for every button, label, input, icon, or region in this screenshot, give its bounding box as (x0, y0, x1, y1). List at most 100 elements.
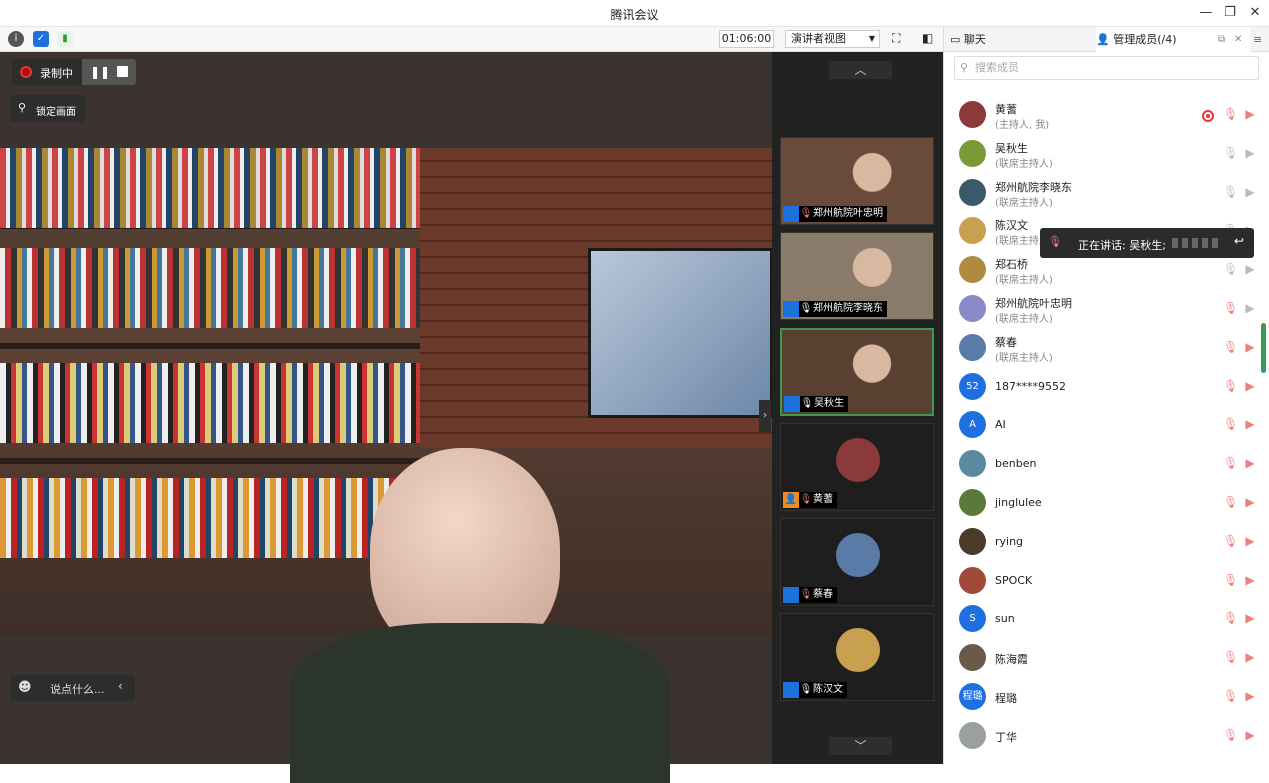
member-name: 郑州航院李晓东 (995, 180, 1072, 194)
camera-off-icon[interactable]: ▶ (1243, 107, 1257, 121)
camera-icon[interactable]: ▶ (1243, 185, 1257, 199)
mic-muted-icon[interactable]: 🎙 (1223, 379, 1238, 393)
expand-strip-icon[interactable]: › (759, 400, 771, 432)
video-thumbnail[interactable]: 👤 🎙吴秋生 (780, 328, 934, 416)
emoji-icon[interactable]: ☻ (18, 680, 32, 695)
member-row[interactable]: 蔡春 (联席主持人) 🎙 ▶ (944, 329, 1269, 367)
member-row[interactable]: benben 🎙 ▶ (944, 445, 1269, 483)
video-thumbnail[interactable]: 👤 🎙蔡春 (780, 518, 934, 606)
search-icon: ⚲ (960, 61, 969, 74)
member-role: (联席主持人) (995, 352, 1053, 364)
camera-off-icon[interactable]: ▶ (1243, 417, 1257, 431)
member-row[interactable]: rying 🎙 ▶ (944, 523, 1269, 561)
camera-off-icon[interactable]: ▶ (1243, 611, 1257, 625)
member-name: 陈汉文 (995, 219, 1028, 233)
user-icon: 👤 (783, 587, 799, 603)
camera-off-icon[interactable]: ▶ (1243, 573, 1257, 587)
video-thumbnail[interactable]: 👤 🎙黄蓍 (780, 423, 934, 511)
thumbnail-label: 👤 🎙吴秋生 (784, 396, 848, 412)
member-row[interactable]: 吴秋生 (联席主持人) 🎙 ▶ (944, 135, 1269, 173)
camera-off-icon[interactable]: ▶ (1243, 379, 1257, 393)
member-row[interactable]: 52 187****9552 🎙 ▶ (944, 368, 1269, 406)
camera-off-icon[interactable]: ▶ (1243, 456, 1257, 470)
member-row[interactable]: 郑州航院叶忠明 (联席主持人) 🎙 ▶ (944, 290, 1269, 328)
mic-icon[interactable]: 🎙 (1223, 146, 1238, 160)
camera-icon[interactable]: ▶ (1243, 146, 1257, 160)
member-role: (联席主持人) (995, 197, 1053, 209)
shield-icon[interactable]: ✓ (33, 31, 49, 47)
camera-off-icon[interactable]: ▶ (1243, 728, 1257, 742)
mic-muted-icon[interactable]: 🎙 (1223, 107, 1238, 121)
scroll-down-icon[interactable]: ﹀ (829, 737, 892, 755)
mic-icon: 🎙 (799, 303, 813, 314)
mic-muted-icon[interactable]: 🎙 (1223, 417, 1238, 431)
mic-muted-icon[interactable]: 🎙 (1223, 534, 1238, 548)
member-row[interactable]: 程璐 程璐 🎙 ▶ (944, 678, 1269, 716)
camera-off-icon[interactable]: ▶ (1243, 340, 1257, 354)
mic-muted-icon[interactable]: 🎙 (1223, 611, 1238, 625)
mic-muted-icon[interactable]: 🎙 (1223, 728, 1238, 742)
info-icon[interactable]: i (8, 31, 24, 47)
signal-icon[interactable]: ▮ (57, 31, 73, 47)
tab-chat[interactable]: ▭ 聊天 (950, 27, 1094, 52)
avatar (959, 721, 986, 749)
user-icon: 👤 (783, 682, 799, 698)
lock-view-button[interactable]: ⚲ 锁定画面 (10, 95, 85, 122)
mic-muted-icon[interactable]: 🎙 (1223, 301, 1238, 315)
tab-members[interactable]: 👤 管理成员(/4) ⧉ ✕ (1096, 27, 1250, 52)
member-row[interactable]: jinglulee 🎙 ▶ (944, 484, 1269, 522)
member-row[interactable]: 黄蓍 (主持人, 我) 🎙 ▶ (944, 96, 1269, 134)
close-tab-icon[interactable]: ✕ (1234, 27, 1242, 52)
member-name: 陈海霞 (995, 653, 1028, 667)
stop-icon[interactable] (117, 66, 128, 77)
member-row[interactable]: SPOCK 🎙 ▶ (944, 562, 1269, 600)
reply-icon[interactable]: ↩ (1234, 234, 1244, 248)
scroll-up-icon[interactable]: ︿ (829, 61, 892, 79)
mic-icon[interactable]: 🎙 (1223, 262, 1238, 276)
camera-icon[interactable]: ▶ (1243, 262, 1257, 276)
books-row (0, 248, 420, 328)
member-icon: 👤 (1096, 33, 1110, 46)
minimize-icon[interactable]: — (1196, 4, 1216, 22)
mic-muted-icon[interactable]: 🎙 (1223, 340, 1238, 354)
member-name: 丁华 (995, 730, 1017, 744)
camera-off-icon[interactable]: ▶ (1243, 689, 1257, 703)
mic-muted-icon: 🎙 (1048, 235, 1062, 248)
mic-muted-icon[interactable]: 🎙 (1223, 573, 1238, 587)
chevron-down-icon: ▼ (868, 34, 875, 43)
member-row[interactable]: 郑州航院李晓东 (联席主持人) 🎙 ▶ (944, 174, 1269, 212)
close-icon[interactable]: ✕ (1245, 4, 1265, 22)
camera-off-icon[interactable]: ▶ (1243, 534, 1257, 548)
recording-icon (1202, 110, 1214, 122)
camera-off-icon[interactable]: ▶ (1243, 650, 1257, 664)
mic-muted-icon[interactable]: 🎙 (1223, 456, 1238, 470)
layout-icon[interactable]: ◧ (922, 31, 933, 45)
speaking-label: 正在讲话: 吴秋生; (1078, 239, 1166, 252)
speaking-wave (1172, 238, 1218, 248)
mic-muted-icon[interactable]: 🎙 (1223, 495, 1238, 509)
menu-icon[interactable]: ≡ (1253, 27, 1269, 52)
chat-input[interactable]: ☻ 说点什么... ‹ (10, 675, 135, 701)
view-mode-select[interactable]: 演讲者视图 ▼ (785, 30, 880, 48)
member-scrollbar[interactable] (1261, 323, 1266, 373)
member-search-input[interactable]: ⚲ 搜索成员 (954, 56, 1259, 80)
member-row[interactable]: Ssun 🎙 ▶ (944, 600, 1269, 638)
mic-icon[interactable]: 🎙 (1223, 185, 1238, 199)
camera-off-icon[interactable]: ▶ (1243, 495, 1257, 509)
fullscreen-icon[interactable]: ⛶ (892, 31, 900, 46)
video-thumbnail[interactable]: 👤 🎙郑州航院李晓东 (780, 232, 934, 320)
camera-icon[interactable]: ▶ (1243, 301, 1257, 315)
video-thumbnail[interactable]: 👤 🎙陈汉文 (780, 613, 934, 701)
member-row[interactable]: A AI 🎙 ▶ (944, 406, 1269, 444)
video-thumbnail[interactable]: 👤 🎙郑州航院叶忠明 (780, 137, 934, 225)
speaking-indicator: 🎙 正在讲话: 吴秋生; ↩ (1040, 228, 1254, 258)
member-row[interactable]: 丁华 🎙 ▶ (944, 717, 1269, 755)
restore-icon[interactable]: ❐ (1220, 4, 1240, 22)
mic-muted-icon[interactable]: 🎙 (1223, 650, 1238, 664)
popout-icon[interactable]: ⧉ (1218, 27, 1225, 52)
thumbnail-label: 👤 🎙郑州航院叶忠明 (783, 206, 887, 222)
pause-icon[interactable]: ❚❚ (90, 65, 110, 79)
member-row[interactable]: 陈海霞 🎙 ▶ (944, 639, 1269, 677)
mic-muted-icon[interactable]: 🎙 (1223, 689, 1238, 703)
collapse-icon[interactable]: ‹ (118, 679, 123, 693)
